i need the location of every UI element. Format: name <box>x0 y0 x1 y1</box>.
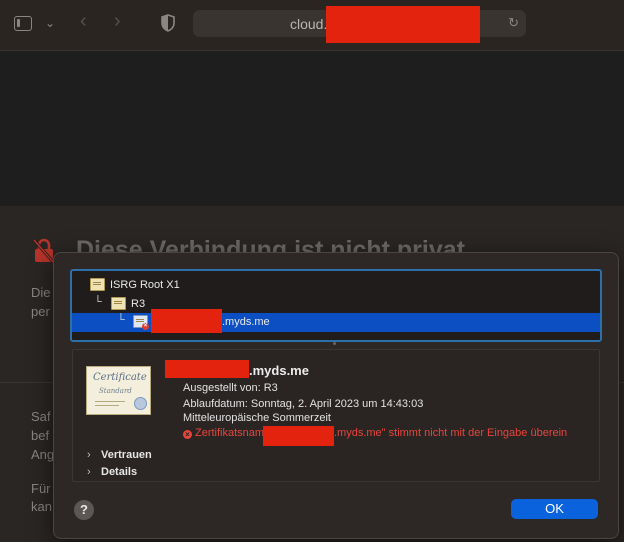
details-disclosure[interactable]: › Details <box>87 466 137 478</box>
error-circle-icon: × <box>183 430 192 439</box>
certificate-icon <box>111 297 126 310</box>
certificate-image-icon: Certificate Standard <box>86 366 151 415</box>
chain-item-root[interactable]: ISRG Root X1 <box>72 276 600 295</box>
reload-icon[interactable]: ↻ <box>508 15 519 31</box>
chevron-down-icon[interactable]: ⌄ <box>45 15 55 31</box>
page-text-fragment: Saf <box>31 409 51 424</box>
details-label: Details <box>101 466 138 478</box>
page-content-dark <box>0 51 624 206</box>
timezone-text: Mitteleuropäische Sommerzeit <box>183 412 331 424</box>
page-text-fragment: bef <box>31 428 50 443</box>
error-text-suffix: .myds.me" stimmt nicht mit der Eingabe ü… <box>334 427 568 439</box>
chain-item-label: R3 <box>131 298 146 310</box>
disclosure-triangle-icon: › <box>87 449 91 461</box>
certificate-icon <box>90 278 105 291</box>
split-handle[interactable] <box>333 342 336 345</box>
issuer-text: Ausgestellt von: R3 <box>183 382 278 394</box>
page-text-fragment: Ang <box>31 447 55 462</box>
insecure-lock-icon <box>32 238 56 271</box>
chain-item-leaf[interactable]: └ × .myds.me <box>72 309 600 333</box>
url-text: cloud. <box>290 16 328 32</box>
page-text-fragment: Für <box>31 481 51 496</box>
certificate-details-panel: Certificate Standard .myds.me Ausgestell… <box>72 349 600 482</box>
certificate-image-text: Certificate <box>93 372 147 383</box>
page-text-fragment: kan <box>31 499 52 514</box>
back-arrow-icon[interactable]: ‹ <box>80 11 87 31</box>
redaction-box <box>151 309 222 333</box>
certificate-sheet: ISRG Root X1 └ R3 └ × .myds.me Certifica… <box>53 252 619 539</box>
expiry-text: Ablaufdatum: Sonntag, 2. April 2023 um 1… <box>183 398 424 410</box>
chain-item-label: ISRG Root X1 <box>110 279 180 291</box>
forward-arrow-icon[interactable]: › <box>114 11 121 31</box>
page-text-fragment: per <box>31 304 50 319</box>
sidebar-toggle-icon[interactable] <box>14 16 34 32</box>
help-button[interactable]: ? <box>74 500 94 520</box>
ok-button[interactable]: OK <box>511 499 598 519</box>
certificate-image-text: Standard <box>99 387 132 395</box>
disclosure-triangle-icon: › <box>87 466 91 478</box>
trust-label: Vertrauen <box>101 449 152 461</box>
trust-disclosure[interactable]: › Vertrauen <box>87 449 152 461</box>
certificate-chain-list: ISRG Root X1 └ R3 └ × .myds.me <box>70 269 602 342</box>
privacy-shield-icon[interactable] <box>160 14 176 32</box>
certificate-common-name: .myds.me <box>249 363 309 378</box>
error-badge-icon: × <box>142 323 149 330</box>
browser-toolbar: ⌄ ‹ › cloud. ↻ <box>0 0 624 51</box>
redaction-box <box>165 360 249 378</box>
tree-corner-icon: └ <box>94 296 102 308</box>
tree-corner-icon: └ <box>117 314 125 326</box>
redaction-box <box>326 6 480 43</box>
page-text-fragment: Die <box>31 285 51 300</box>
redaction-box <box>263 426 334 446</box>
chain-item-label: .myds.me <box>222 316 270 328</box>
address-bar[interactable]: cloud. ↻ <box>193 6 526 43</box>
